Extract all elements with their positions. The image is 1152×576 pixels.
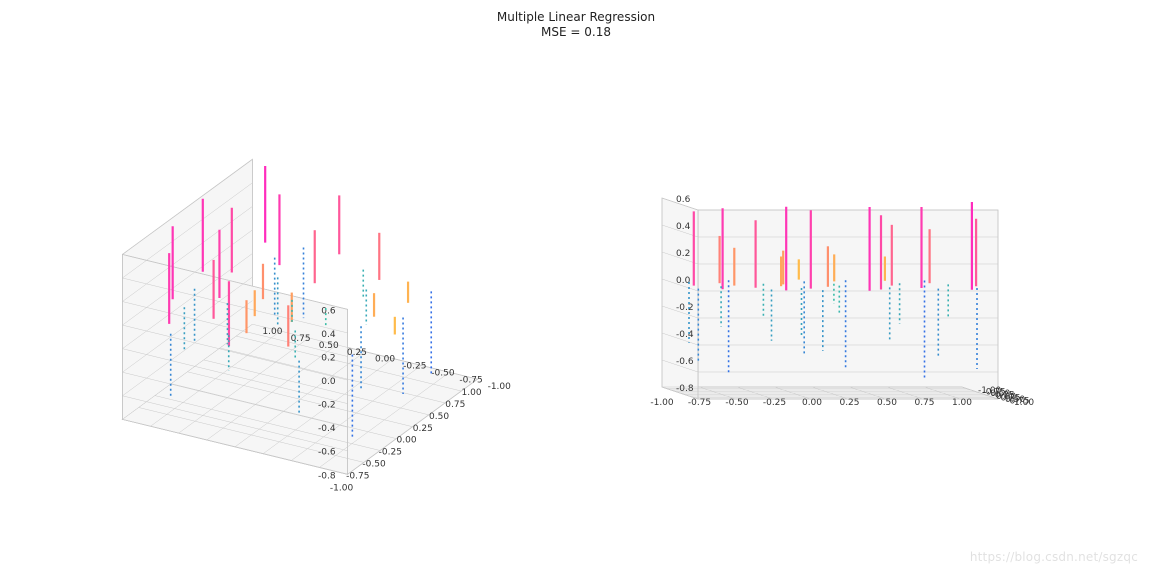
svg-text:0.4: 0.4: [676, 222, 691, 232]
svg-text:0.50: 0.50: [429, 412, 449, 422]
svg-text:0.6: 0.6: [676, 195, 691, 205]
svg-text:0.25: 0.25: [347, 348, 367, 358]
svg-text:0.0: 0.0: [321, 377, 336, 387]
svg-text:-0.25: -0.25: [379, 448, 402, 458]
svg-text:0.50: 0.50: [319, 341, 339, 351]
svg-text:-0.6: -0.6: [318, 448, 336, 458]
svg-text:-0.75: -0.75: [346, 471, 369, 481]
svg-text:-0.8: -0.8: [676, 384, 694, 394]
svg-text:0.00: 0.00: [375, 355, 395, 365]
plot-3d-right: -0.8 -0.6 -0.4 -0.2 0.0 0.2 0.4 0.6 -1.00 -0.75 -0…: [630, 80, 1110, 520]
svg-text:0.50: 0.50: [877, 398, 897, 408]
svg-text:-0.4: -0.4: [318, 424, 336, 434]
svg-text:-0.25: -0.25: [403, 362, 426, 372]
watermark-text: https://blog.csdn.net/sgzqc: [970, 550, 1138, 564]
svg-text:-0.50: -0.50: [725, 398, 749, 408]
svg-text:-0.75: -0.75: [459, 375, 482, 385]
chart-subtitle: MSE = 0.18: [0, 25, 1152, 40]
svg-text:-1.00: -1.00: [650, 398, 674, 408]
chart-title-block: Multiple Linear Regression MSE = 0.18: [0, 10, 1152, 40]
svg-text:-0.75: -0.75: [688, 398, 711, 408]
svg-text:0.2: 0.2: [321, 353, 335, 363]
chart-title: Multiple Linear Regression: [0, 10, 1152, 25]
plot-3d-left: -0.8-0.6-0.4-0.20.00.20.40.6-1.00-0.75-0…: [60, 55, 580, 535]
svg-text:0.25: 0.25: [413, 424, 433, 434]
svg-text:1.00: 1.00: [462, 388, 482, 398]
svg-text:0.75: 0.75: [445, 400, 465, 410]
svg-text:0.6: 0.6: [321, 306, 336, 316]
svg-text:1.00: 1.00: [1014, 398, 1034, 408]
svg-text:1.00: 1.00: [952, 398, 972, 408]
svg-text:0.0: 0.0: [676, 276, 691, 286]
svg-text:-1.00: -1.00: [488, 382, 512, 392]
svg-text:0.75: 0.75: [291, 334, 311, 344]
svg-text:0.2: 0.2: [676, 249, 690, 259]
svg-text:0.00: 0.00: [397, 436, 417, 446]
svg-text:-0.6: -0.6: [676, 357, 694, 367]
svg-text:-0.50: -0.50: [431, 368, 455, 378]
svg-text:-0.8: -0.8: [318, 471, 336, 481]
svg-text:-0.25: -0.25: [763, 398, 786, 408]
svg-text:0.4: 0.4: [321, 330, 336, 340]
svg-text:-0.4: -0.4: [676, 330, 694, 340]
svg-text:-1.00: -1.00: [330, 483, 354, 493]
svg-text:0.75: 0.75: [914, 398, 934, 408]
svg-text:-0.2: -0.2: [318, 401, 336, 411]
svg-text:-0.2: -0.2: [676, 303, 694, 313]
svg-text:0.00: 0.00: [802, 398, 822, 408]
svg-text:1.00: 1.00: [262, 327, 282, 337]
svg-text:0.25: 0.25: [839, 398, 859, 408]
svg-text:-0.50: -0.50: [362, 460, 386, 470]
